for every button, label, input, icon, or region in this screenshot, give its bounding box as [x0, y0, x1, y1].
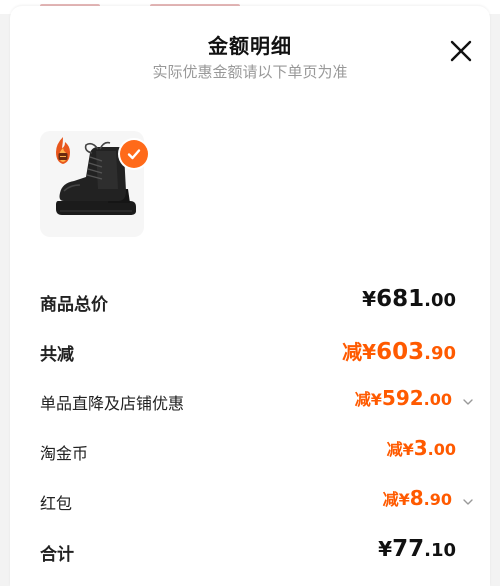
chevron-down-icon[interactable]: [462, 396, 474, 408]
sheet-title: 金额明细: [208, 34, 292, 58]
product-thumbnail[interactable]: [40, 131, 148, 237]
total-label: 合计: [40, 545, 74, 565]
close-button[interactable]: [448, 38, 474, 64]
flame-icon: [56, 137, 70, 164]
check-icon: [127, 149, 141, 160]
total-discount-label: 共减: [40, 345, 74, 365]
amount-details-sheet: 金额明细 实际优惠金额请以下单页为准 商品总价 ¥681.00 共减 减¥603…: [10, 6, 490, 586]
subtotal-row: 商品总价 ¥681.00: [10, 282, 490, 322]
store-discount-row[interactable]: 单品直降及店铺优惠 减¥592.00: [10, 382, 490, 422]
subtotal-label: 商品总价: [40, 295, 108, 315]
total-discount-row: 共减 减¥603.90: [10, 332, 490, 372]
subtotal-amount: ¥681.00: [362, 286, 456, 312]
total-discount-amount: 减¥603.90: [342, 339, 456, 365]
red-packet-amount: 减¥8.90: [382, 486, 452, 510]
sheet-subtitle: 实际优惠金额请以下单页为准: [152, 63, 348, 81]
total-amount: ¥77.10: [378, 536, 456, 562]
red-packet-label: 红包: [40, 494, 73, 513]
coins-label: 淘金币: [40, 444, 89, 463]
selected-badge: [120, 140, 148, 168]
chevron-down-icon[interactable]: [462, 496, 474, 508]
close-icon[interactable]: [448, 38, 474, 64]
coins-amount: 减¥3.00: [386, 436, 456, 460]
store-discount-amount: 减¥592.00: [354, 386, 452, 410]
total-row: 合计 ¥77.10: [10, 532, 490, 572]
store-discount-label: 单品直降及店铺优惠: [40, 394, 185, 413]
coins-row: 淘金币 减¥3.00: [10, 432, 490, 472]
red-packet-row[interactable]: 红包 减¥8.90: [10, 482, 490, 522]
